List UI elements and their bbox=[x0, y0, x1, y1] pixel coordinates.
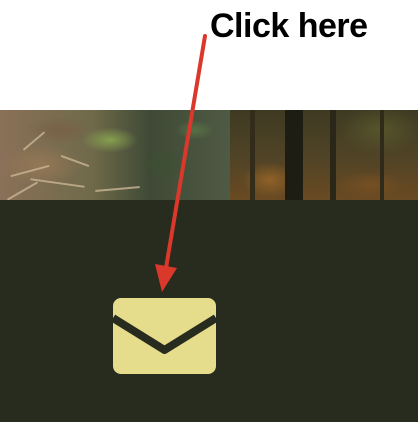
click-here-label: Click here bbox=[210, 7, 368, 45]
mail-button[interactable] bbox=[113, 298, 216, 374]
annotation-area: Click here bbox=[0, 0, 418, 110]
forest-photo-strip bbox=[0, 110, 418, 200]
forest-floor-image bbox=[0, 110, 230, 200]
forest-trees-image bbox=[230, 110, 418, 200]
envelope-icon bbox=[113, 314, 216, 354]
